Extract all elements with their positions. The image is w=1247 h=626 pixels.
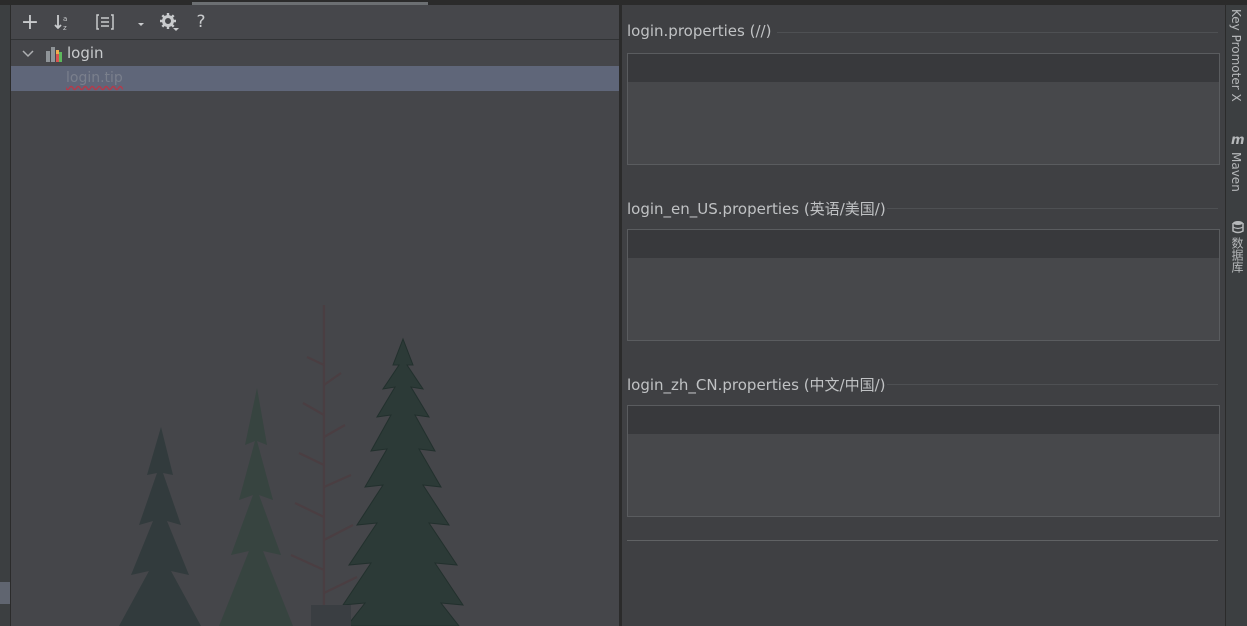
resource-bundle-icon [45,45,63,63]
key-promoter-x-tab[interactable]: Key Promoter X [1229,9,1243,102]
properties-editor-panel: login.properties (//) login_en_US.proper… [622,5,1225,626]
svg-text:a: a [63,15,67,23]
tree-toolbar: + az ? [11,5,619,40]
section-title-zh-cn: login_zh_CN.properties (中文/中国/) [627,376,886,394]
section-divider [887,208,1218,209]
gutter-marker[interactable] [0,582,10,604]
tree-node-label: login [67,44,104,62]
sort-alphabetically-icon[interactable]: az [51,11,75,33]
maven-icon: m [1231,131,1247,148]
database-icon [1231,219,1245,234]
chevron-down-icon[interactable] [21,46,35,60]
svg-text:m: m [1231,133,1245,146]
svg-text:z: z [63,24,67,32]
section-divider [777,32,1218,33]
dropdown-arrow-icon[interactable] [135,11,147,33]
tree-node-login[interactable]: login [11,41,619,66]
add-property-button[interactable]: + [19,10,41,35]
maven-tab[interactable]: Maven [1229,152,1243,192]
section-title-default: login.properties (//) [627,22,772,40]
group-by-prefix-icon[interactable] [93,11,117,33]
tree-node-login-tip[interactable]: login.tip [11,66,619,91]
resource-bundle-tree-panel: + az ? login login.tip [11,5,619,626]
help-button[interactable]: ? [191,11,211,33]
section-title-en-us: login_en_US.properties (英语/美国/) [627,200,886,218]
left-gutter [0,5,11,626]
value-editor-default[interactable] [627,53,1220,165]
right-tool-strip: Key Promoter X m Maven 数据库 [1225,5,1247,626]
background-trees-image [119,305,464,626]
editor-header [628,406,1219,434]
value-editor-zh-cn[interactable] [627,405,1220,517]
bottom-divider [627,540,1218,541]
section-divider [887,384,1218,385]
database-tab[interactable]: 数据库 [1229,237,1246,273]
property-key-label: login.tip [66,70,123,86]
editor-header [628,54,1219,82]
gear-icon[interactable] [157,11,181,33]
editor-header [628,230,1219,258]
value-editor-en-us[interactable] [627,229,1220,341]
